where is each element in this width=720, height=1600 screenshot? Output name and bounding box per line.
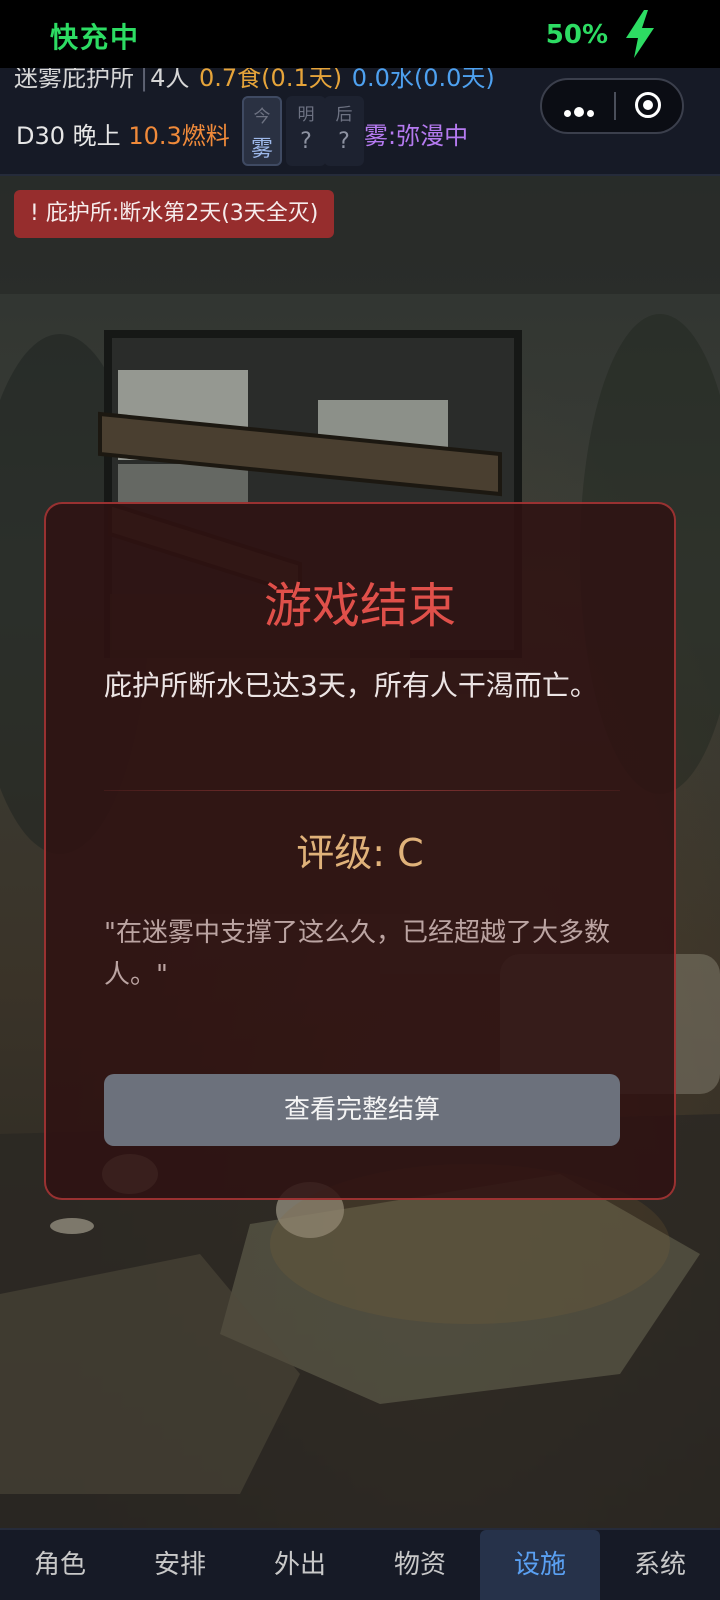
modal-message: 庇护所断水已达3天，所有人干渴而亡。 xyxy=(104,669,598,702)
fuel-amount: 10.3燃料 xyxy=(128,122,230,150)
forecast-value: ? xyxy=(300,129,312,154)
charging-bolt-icon xyxy=(626,10,654,58)
rating-quote: "在迷雾中支撑了这么久，已经超越了大多数人。" xyxy=(104,918,610,990)
forecast-label: 后 xyxy=(335,105,353,125)
miniprogram-capsule xyxy=(540,78,684,134)
shelter-name: 迷雾庇护所 xyxy=(14,68,134,92)
nav-tab-outing[interactable]: 外出 xyxy=(240,1530,360,1600)
modal-title: 游戏结束 xyxy=(263,578,456,634)
view-full-summary-button[interactable]: 查看完整结算 xyxy=(104,1074,620,1146)
nav-tab-facilities[interactable]: 设施 xyxy=(480,1530,600,1600)
rating-text: 评级: C xyxy=(296,831,424,875)
game-over-modal: 游戏结束 庇护所断水已达3天，所有人干渴而亡。 评级: C "在迷雾中支撑了这么… xyxy=(44,502,676,1200)
modal-divider xyxy=(104,790,620,791)
game-header: 迷雾庇护所 |4人 0.7食(0.1天) 0.0水(0.0天) D30 晚上 10… xyxy=(0,68,720,176)
more-icon[interactable] xyxy=(564,102,597,121)
charging-status: 快充中 xyxy=(50,21,141,54)
shelter-alert-badge: ! 庇护所:断水第2天(3天全灭) xyxy=(14,190,335,238)
day-row: D30 晚上 10.3燃料 xyxy=(16,116,230,151)
nav-tab-system[interactable]: 系统 xyxy=(600,1530,720,1600)
food-amount: 0.7食(0.1天) xyxy=(199,68,343,92)
forecast-tomorrow[interactable]: 明 ? xyxy=(286,96,326,166)
forecast-today[interactable]: 今 雾 xyxy=(242,96,282,166)
nav-tab-supplies[interactable]: 物资 xyxy=(360,1530,480,1600)
forecast-label: 今 xyxy=(253,107,271,127)
time-of-day: 晚上 xyxy=(72,122,121,150)
nav-tab-character[interactable]: 角色 xyxy=(0,1530,120,1600)
capsule-divider xyxy=(614,92,616,120)
nav-tab-arrange[interactable]: 安排 xyxy=(120,1530,240,1600)
separator: | xyxy=(140,68,149,92)
people-count: 4人 xyxy=(150,68,190,92)
status-bar: 快充中 50% xyxy=(0,0,720,68)
forecast-label: 明 xyxy=(297,105,315,125)
game-screen: 快充中 50% 迷雾庇护所 |4人 0.7食(0.1天) 0.0水(0.0天) D… xyxy=(0,0,720,1600)
forecast-value: 雾 xyxy=(250,137,273,162)
bottom-nav: 角色 安排 外出 物资 设施 系统 xyxy=(0,1528,720,1600)
water-amount: 0.0水(0.0天) xyxy=(351,68,495,92)
forecast-day-after[interactable]: 后 ? xyxy=(324,96,364,166)
battery-level: 50% xyxy=(545,20,608,50)
fog-status: 雾:弥漫中 xyxy=(364,122,469,150)
resource-row: 迷雾庇护所 |4人 0.7食(0.1天) 0.0水(0.0天) xyxy=(14,68,497,93)
day-counter: D30 xyxy=(16,122,66,150)
forecast-value: ? xyxy=(338,129,350,154)
close-target-icon[interactable] xyxy=(635,92,661,118)
